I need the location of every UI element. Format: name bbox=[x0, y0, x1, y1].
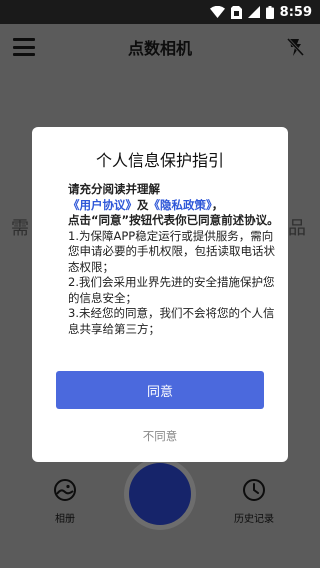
status-time: 8:59 bbox=[279, 4, 312, 20]
status-bar: 8:59 bbox=[0, 0, 320, 24]
app-bar: 点数相机 bbox=[0, 24, 320, 70]
background-text-right: 品 bbox=[288, 218, 306, 239]
dialog-intro: 请充分阅读并理解 bbox=[68, 182, 160, 196]
policy-item-3: 3.未经您的同意，我们不会将您的个人信息共享给第三方； bbox=[68, 306, 275, 336]
user-agreement-link[interactable]: 《用户协议》 bbox=[68, 198, 137, 212]
wifi-icon bbox=[209, 6, 225, 18]
signal-icon bbox=[247, 6, 260, 18]
privacy-dialog: 个人信息保护指引 请充分阅读并理解 《用户协议》及《隐私政策》， 点击“同意”按… bbox=[32, 127, 288, 462]
flash-off-icon[interactable] bbox=[284, 36, 306, 58]
history-button[interactable]: 历史记录 bbox=[224, 478, 284, 525]
dialog-title: 个人信息保护指引 bbox=[95, 151, 224, 170]
click-notice: 点击“同意”按钮代表你已同意前述协议。 bbox=[68, 213, 279, 227]
policy-item-2: 2.我们会采用业界先进的安全措施保护您的信息安全； bbox=[68, 275, 275, 305]
clock-icon bbox=[243, 479, 265, 501]
album-icon bbox=[54, 479, 76, 501]
album-label: 相册 bbox=[55, 514, 75, 525]
policy-item-1: 1.为保障APP稳定运行或提供服务，需向您申请必要的手机权限，包括读取电话状态权… bbox=[68, 228, 275, 274]
album-button[interactable]: 相册 bbox=[35, 478, 95, 525]
shutter-button[interactable] bbox=[124, 458, 196, 530]
menu-icon[interactable] bbox=[12, 36, 36, 58]
battery-icon bbox=[265, 5, 274, 19]
agreement-line: 《用户协议》及《隐私政策》， bbox=[68, 198, 280, 214]
dialog-content: 请充分阅读并理解 《用户协议》及《隐私政策》， 点击“同意”按钮代表你已同意前述… bbox=[68, 182, 280, 337]
background-text-left: 需 bbox=[11, 218, 29, 239]
shutter-inner bbox=[129, 463, 191, 525]
agree-button[interactable]: 同意 bbox=[56, 371, 264, 409]
history-label: 历史记录 bbox=[234, 514, 274, 525]
comma-text: ， bbox=[211, 197, 224, 212]
sim-card-icon bbox=[230, 5, 242, 19]
app-title: 点数相机 bbox=[127, 39, 192, 58]
disagree-button[interactable]: 不同意 bbox=[32, 428, 288, 444]
and-text: 及 bbox=[137, 197, 149, 212]
privacy-policy-link[interactable]: 《隐私政策》 bbox=[149, 198, 212, 212]
